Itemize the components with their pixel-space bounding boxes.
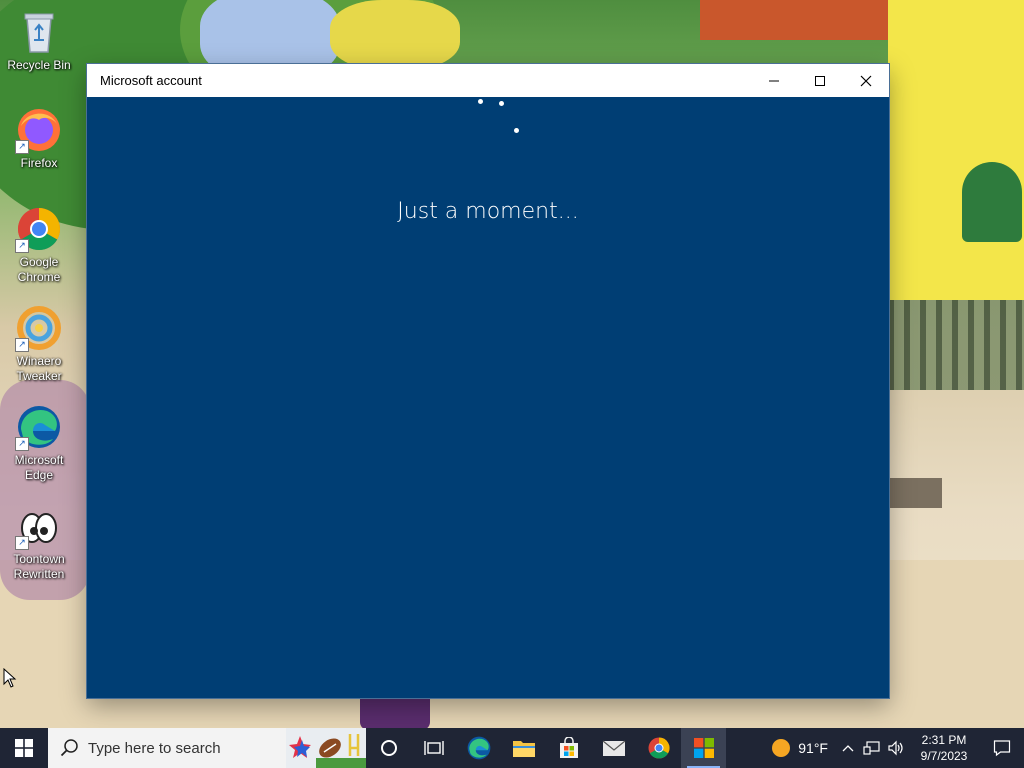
- taskbar-edge-button[interactable]: [456, 728, 501, 768]
- weather-widget[interactable]: 91°F: [772, 739, 828, 757]
- window-title: Microsoft account: [100, 73, 202, 88]
- loading-message: Just a moment...: [397, 199, 579, 224]
- desktop-icon-label: Google Chrome: [17, 255, 61, 284]
- clock-time: 2:31 PM: [921, 733, 967, 747]
- window-titlebar[interactable]: Microsoft account: [87, 64, 889, 97]
- desktop-icon-label: Toontown Rewritten: [13, 552, 65, 581]
- taskbar-task-view-button[interactable]: [411, 728, 456, 768]
- edge-icon: ↗: [15, 403, 63, 451]
- desktop-icon-label: Microsoft Edge: [14, 453, 64, 482]
- desktop-icon-firefox[interactable]: ↗ Firefox: [2, 106, 76, 171]
- winaero-tweaker-icon: ↗: [15, 304, 63, 352]
- store-icon: [559, 737, 578, 758]
- start-button[interactable]: [0, 728, 48, 768]
- action-center-button[interactable]: [980, 728, 1024, 768]
- toontown-icon: ↗: [15, 502, 63, 550]
- shortcut-arrow-icon: ↗: [15, 140, 29, 154]
- taskbar-store-button[interactable]: [546, 728, 591, 768]
- taskbar-file-explorer-button[interactable]: [501, 728, 546, 768]
- desktop-icon-recycle-bin[interactable]: Recycle Bin: [2, 8, 76, 73]
- windows-logo-icon: [15, 739, 33, 757]
- desktop-icon-toontown-rewritten[interactable]: ↗ Toontown Rewritten: [2, 502, 76, 582]
- mouse-cursor-icon: [3, 668, 17, 688]
- maximize-button[interactable]: [797, 64, 843, 97]
- chrome-icon: [648, 737, 670, 759]
- desktop-icon-google-chrome[interactable]: ↗ Google Chrome: [2, 205, 76, 285]
- sun-icon: [772, 739, 791, 757]
- wallpaper-bench: [888, 478, 942, 508]
- folder-icon: [512, 741, 535, 757]
- task-view-icon: [423, 741, 444, 755]
- loading-dot: [514, 128, 519, 133]
- taskbar-cortana-button[interactable]: [366, 728, 411, 768]
- desktop-icon-label: Recycle Bin: [7, 58, 71, 72]
- taskbar-clock[interactable]: 2:31 PM 9/7/2023: [908, 732, 980, 764]
- desktop-icon-label: Winaero Tweaker: [16, 354, 62, 383]
- shortcut-arrow-icon: ↗: [15, 338, 29, 352]
- maximize-icon: [815, 75, 825, 86]
- search-placeholder: Type here to search: [88, 739, 221, 757]
- volume-button[interactable]: [884, 728, 908, 768]
- desktop-icon-microsoft-edge[interactable]: ↗ Microsoft Edge: [2, 403, 76, 483]
- network-button[interactable]: [860, 728, 884, 768]
- wallpaper-roof: [700, 0, 920, 40]
- firefox-icon: ↗: [15, 106, 63, 154]
- loading-dot: [478, 99, 483, 104]
- recycle-bin-icon: [15, 8, 63, 56]
- cortana-circle-icon: [380, 740, 397, 756]
- minimize-button[interactable]: [751, 64, 797, 97]
- taskbar-search-box[interactable]: Type here to search: [48, 728, 366, 768]
- search-icon: [60, 739, 78, 757]
- taskbar-chrome-button[interactable]: [636, 728, 681, 768]
- mail-icon: [602, 740, 625, 756]
- shortcut-arrow-icon: ↗: [15, 437, 29, 451]
- wallpaper-house-window: [962, 162, 1022, 242]
- chevron-up-icon: [842, 745, 854, 752]
- volume-icon: [888, 740, 903, 756]
- system-tray: 91°F 2:31 PM 9/7/2023: [772, 728, 1024, 768]
- network-icon: [863, 741, 880, 755]
- close-icon: [860, 75, 872, 86]
- wallpaper-flowers: [330, 0, 460, 70]
- microsoft-account-window: Microsoft account Just a moment...: [87, 64, 889, 698]
- minimize-icon: [769, 80, 779, 81]
- desktop-icon-winaero-tweaker[interactable]: ↗ Winaero Tweaker: [2, 304, 76, 384]
- shortcut-arrow-icon: ↗: [15, 536, 29, 550]
- wallpaper-house: [888, 0, 1024, 300]
- taskbar-mail-button[interactable]: [591, 728, 636, 768]
- shortcut-arrow-icon: ↗: [15, 239, 29, 253]
- close-button[interactable]: [843, 64, 889, 97]
- desktop-icon-label: Firefox: [20, 156, 58, 170]
- clock-date: 9/7/2023: [920, 749, 968, 763]
- search-highlight-football-icon: [286, 728, 366, 768]
- chrome-icon: ↗: [15, 205, 63, 253]
- wallpaper-fence: [888, 300, 1024, 390]
- windows-logo-icon: [693, 738, 714, 758]
- weather-temperature: 91°F: [798, 740, 828, 756]
- show-hidden-icons-button[interactable]: [836, 728, 860, 768]
- taskbar: Type here to search 91°F 2:31 PM 9/7/202…: [0, 728, 1024, 768]
- taskbar-microsoft-account-button[interactable]: [681, 728, 726, 768]
- loading-dot: [499, 101, 504, 106]
- window-content: Just a moment...: [87, 97, 889, 698]
- notification-icon: [993, 740, 1011, 757]
- edge-icon: [467, 736, 490, 760]
